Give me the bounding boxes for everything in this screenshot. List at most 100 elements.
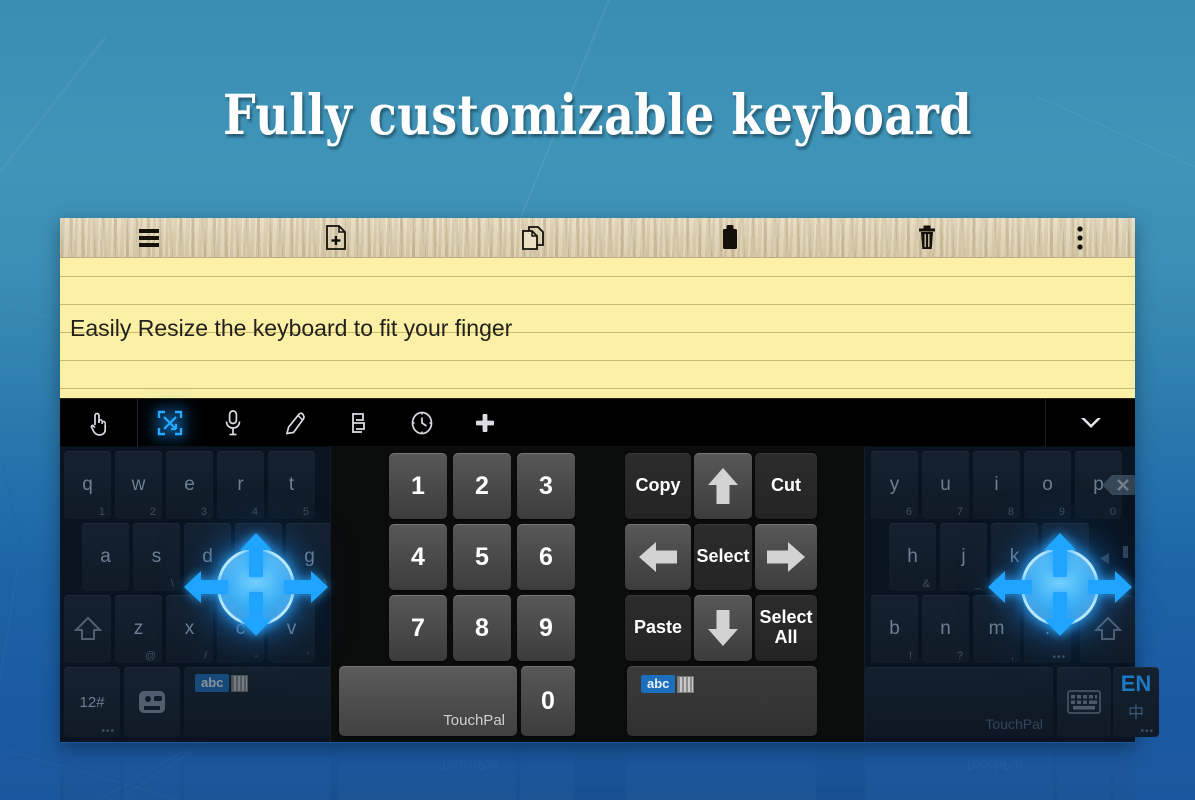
key-b[interactable]: b! bbox=[871, 595, 918, 663]
key-x[interactable]: x / bbox=[166, 595, 213, 663]
chevron-down-icon[interactable] bbox=[1045, 398, 1135, 447]
key-s[interactable]: s \ bbox=[133, 523, 180, 591]
key-paste[interactable]: Paste bbox=[625, 595, 691, 661]
key-select[interactable]: Select bbox=[694, 524, 752, 590]
key-alt: 2 bbox=[149, 506, 156, 518]
key-alt: / bbox=[203, 650, 207, 662]
key-c[interactable]: c- bbox=[217, 595, 264, 663]
pen-icon[interactable] bbox=[264, 399, 327, 447]
key-m[interactable]: m, bbox=[973, 595, 1020, 663]
key-label: n bbox=[940, 618, 951, 639]
key-q[interactable]: q1 bbox=[64, 451, 111, 519]
key-num-7[interactable]: 7 bbox=[389, 595, 447, 661]
clipboard-icon[interactable] bbox=[632, 218, 829, 257]
key-d[interactable]: d bbox=[184, 523, 231, 591]
new-note-icon[interactable] bbox=[238, 218, 435, 257]
copy-note-icon[interactable] bbox=[435, 218, 632, 257]
key-w[interactable]: w2 bbox=[115, 451, 162, 519]
key-o[interactable]: o9 bbox=[1024, 451, 1071, 519]
list-icon[interactable] bbox=[327, 399, 390, 447]
key-h[interactable]: h & bbox=[889, 523, 936, 591]
key-arrow-left[interactable] bbox=[625, 524, 691, 590]
key-arrow-up[interactable] bbox=[694, 453, 752, 519]
key-space-left[interactable]: abc bbox=[184, 667, 352, 737]
key-label: l bbox=[1063, 546, 1068, 567]
key-label: g bbox=[304, 546, 315, 567]
key-u[interactable]: u7 bbox=[922, 451, 969, 519]
key-arrow-down[interactable] bbox=[694, 595, 752, 661]
key-space-center[interactable]: TouchPal bbox=[339, 666, 517, 736]
app-window: Easily Resize the keyboard to fit your f… bbox=[60, 218, 1159, 743]
abc-layout-chip[interactable]: abc bbox=[195, 674, 249, 692]
key-longpress-dots: ••• bbox=[101, 726, 115, 737]
tap-hand-icon[interactable] bbox=[60, 398, 138, 447]
promo-screenshot: Fully customizable keyboard Easily Resiz… bbox=[0, 0, 1195, 800]
key-enter[interactable] bbox=[1093, 523, 1135, 591]
key-alt: , bbox=[1010, 650, 1014, 662]
key-label: r bbox=[237, 474, 244, 495]
keyboard-left-half: q1 w2 e3 r4 t5 a s \ d f( g) z @ x / c -… bbox=[60, 447, 352, 742]
key-num-3[interactable]: 3 bbox=[517, 453, 575, 519]
key-label: . bbox=[1044, 618, 1051, 639]
key-f[interactable]: f( bbox=[235, 523, 282, 591]
key-label: 4 bbox=[411, 542, 425, 571]
key-alt: ' bbox=[306, 650, 309, 662]
key-alt: ( bbox=[272, 578, 276, 590]
key-num-2[interactable]: 2 bbox=[453, 453, 511, 519]
key-a[interactable]: a bbox=[82, 523, 129, 591]
clock-icon[interactable] bbox=[390, 399, 453, 447]
key-k[interactable]: k + bbox=[991, 523, 1038, 591]
menu-icon[interactable] bbox=[60, 218, 238, 257]
key-alt: - bbox=[254, 650, 258, 662]
key-keyboard-layout[interactable] bbox=[1057, 667, 1111, 737]
key-shift-left[interactable] bbox=[64, 595, 111, 663]
key-g[interactable]: g) bbox=[286, 523, 333, 591]
key-period[interactable]: . ••• bbox=[1024, 595, 1071, 663]
key-v[interactable]: v ' bbox=[268, 595, 315, 663]
key-num-9[interactable]: 9 bbox=[517, 595, 575, 661]
key-n[interactable]: n? bbox=[922, 595, 969, 663]
key-abc-layout-center[interactable]: abc bbox=[627, 666, 817, 736]
microphone-icon[interactable] bbox=[201, 399, 264, 447]
key-num-6[interactable]: 6 bbox=[517, 524, 575, 590]
keyboard-toolbar bbox=[60, 398, 1135, 447]
key-alt: 6 bbox=[905, 506, 912, 518]
key-alt: 5 bbox=[302, 506, 309, 518]
key-arrow-right[interactable] bbox=[755, 524, 817, 590]
reflection-content: TouchPal TouchPal bbox=[60, 743, 1135, 800]
key-num-4[interactable]: 4 bbox=[389, 524, 447, 590]
delete-icon[interactable] bbox=[828, 218, 1025, 257]
key-cut[interactable]: Cut bbox=[755, 453, 817, 519]
key-backspace[interactable] bbox=[1101, 451, 1135, 519]
key-t[interactable]: t5 bbox=[268, 451, 315, 519]
key-space-right[interactable]: TouchPal bbox=[865, 667, 1053, 737]
bg-streak-5 bbox=[0, 343, 24, 558]
key-num-1[interactable]: 1 bbox=[389, 453, 447, 519]
key-symbols-12hash[interactable]: 12# ••• bbox=[64, 667, 120, 737]
key-num-8[interactable]: 8 bbox=[453, 595, 511, 661]
key-y[interactable]: y6 bbox=[871, 451, 918, 519]
key-e[interactable]: e3 bbox=[166, 451, 213, 519]
key-select-all[interactable]: Select All bbox=[755, 595, 817, 661]
key-num-0[interactable]: 0 bbox=[521, 666, 575, 736]
plus-icon[interactable] bbox=[453, 399, 516, 447]
overflow-menu-icon[interactable] bbox=[1025, 218, 1135, 257]
key-l[interactable]: l " bbox=[1042, 523, 1089, 591]
abc-layout-chip[interactable]: abc bbox=[641, 675, 695, 693]
key-r[interactable]: r4 bbox=[217, 451, 264, 519]
keyboard-icon bbox=[1067, 690, 1101, 714]
key-emoji[interactable] bbox=[124, 667, 180, 737]
reflection-spacebar-label: TouchPal bbox=[440, 757, 498, 773]
note-editor[interactable]: Easily Resize the keyboard to fit your f… bbox=[60, 258, 1135, 399]
key-z[interactable]: z @ bbox=[115, 595, 162, 663]
key-i[interactable]: i8 bbox=[973, 451, 1020, 519]
resize-icon[interactable] bbox=[138, 399, 201, 447]
key-label: i bbox=[994, 474, 999, 495]
key-shift-right[interactable] bbox=[1080, 595, 1135, 663]
bg-streak-6 bbox=[0, 562, 19, 790]
key-j[interactable]: j _ bbox=[940, 523, 987, 591]
key-alt: \ bbox=[170, 578, 174, 590]
key-num-5[interactable]: 5 bbox=[453, 524, 511, 590]
key-copy[interactable]: Copy bbox=[625, 453, 691, 519]
key-language-en[interactable]: EN 中 ••• bbox=[1113, 667, 1159, 737]
